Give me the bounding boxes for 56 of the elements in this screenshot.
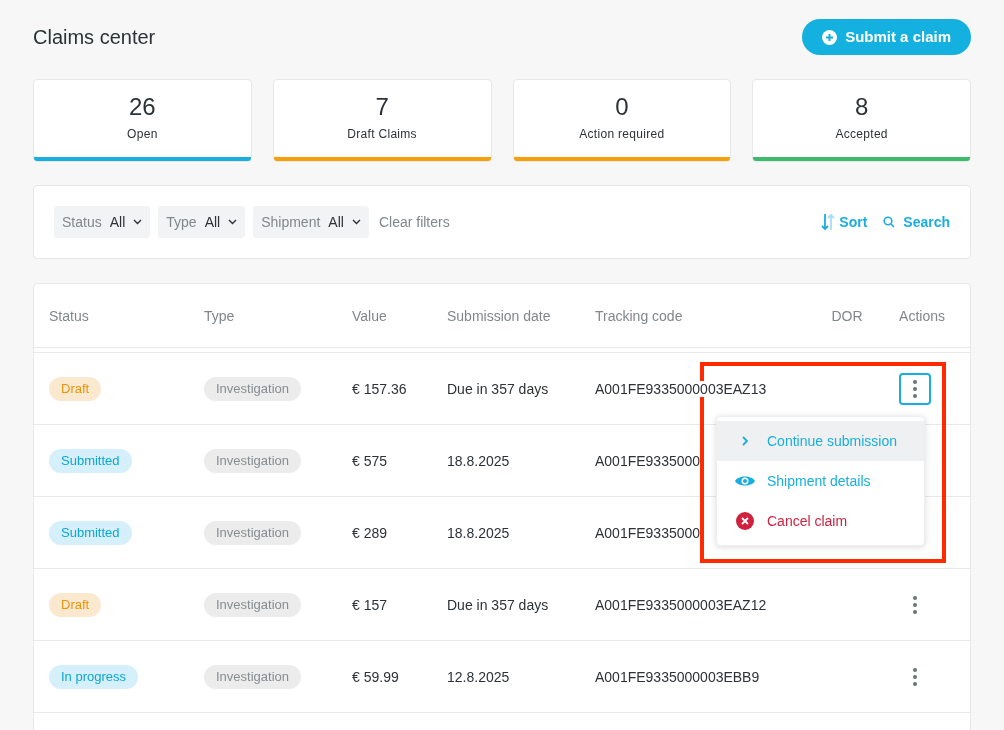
- type-tag: Investigation: [204, 449, 301, 473]
- filter-dropdown[interactable]: Status All: [54, 206, 151, 238]
- table-cell: € 59.99: [352, 668, 399, 685]
- plus-icon: [822, 29, 838, 45]
- stat-count: 26: [129, 92, 156, 122]
- eye-icon: [735, 474, 755, 488]
- column-header: Actions: [899, 307, 945, 324]
- type-tag: Investigation: [204, 521, 301, 545]
- type-tag: Investigation: [204, 665, 301, 689]
- column-header: Tracking code: [595, 307, 683, 324]
- column-header: Value: [352, 307, 387, 324]
- type-tag: Investigation: [204, 593, 301, 617]
- chevron-down-icon: [228, 219, 238, 225]
- stat-count: 8: [854, 92, 869, 122]
- stat-label: Accepted: [835, 126, 888, 143]
- filter-dropdown[interactable]: Shipment All: [253, 206, 369, 238]
- column-header: Type: [204, 307, 235, 324]
- sort-icon: [821, 213, 836, 231]
- table-cell: € 575: [352, 452, 388, 469]
- table-cell: 18.8.2025: [447, 452, 510, 469]
- clear-filters-link[interactable]: Clear filters: [378, 211, 450, 233]
- stat-count: 7: [375, 92, 389, 122]
- table-cell: Due in 357 days: [447, 380, 549, 397]
- filter-dropdown[interactable]: Type All: [158, 206, 246, 238]
- table-cell: € 157.36: [352, 380, 407, 397]
- stat-card[interactable]: 26 Open: [33, 79, 252, 162]
- stat-label: Action required: [579, 126, 665, 143]
- search-icon: [883, 216, 896, 228]
- stat-card[interactable]: 7 Draft Claims: [272, 79, 492, 162]
- stat-label: Open: [127, 126, 158, 143]
- cancel-icon: [736, 512, 754, 530]
- table-cell: 12.8.2025: [447, 668, 510, 685]
- status-badge: Draft: [49, 593, 102, 617]
- status-badge: Draft: [49, 377, 102, 401]
- type-tag: Investigation: [204, 377, 301, 401]
- chevron-down-icon: [133, 219, 143, 225]
- table-cell: 18.8.2025: [447, 524, 510, 541]
- menu-item[interactable]: Cancel claim: [717, 501, 924, 541]
- column-header: DOR: [831, 307, 863, 324]
- stat-card[interactable]: 0 Action required: [512, 79, 732, 162]
- chevron-right-icon: [741, 435, 749, 447]
- status-badge: Submitted: [49, 521, 132, 545]
- table-cell: A001FE9335000003EAZ13: [595, 380, 767, 397]
- chevron-down-icon: [351, 219, 361, 225]
- column-header: Status: [49, 307, 89, 324]
- page-title: Claims center: [33, 25, 156, 50]
- status-badge: Submitted: [49, 449, 132, 473]
- table-cell: Due in 357 days: [447, 596, 549, 613]
- stat-label: Draft Claims: [347, 126, 417, 143]
- stat-card[interactable]: 8 Accepted: [752, 79, 971, 162]
- table-cell: € 289: [352, 524, 388, 541]
- more-button[interactable]: [899, 372, 931, 405]
- table-cell: € 157: [352, 596, 388, 613]
- status-badge: In progress: [49, 665, 139, 689]
- column-header: Submission date: [447, 307, 551, 324]
- stat-count: 0: [615, 92, 629, 122]
